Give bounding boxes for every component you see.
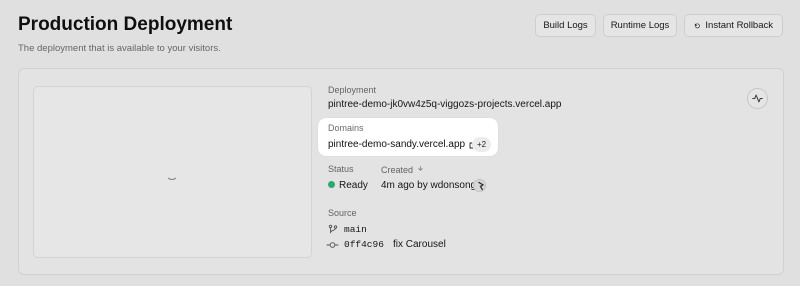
- source-label: Source: [328, 208, 357, 218]
- commit-hash[interactable]: 0ff4c96: [344, 239, 384, 250]
- runtime-logs-label: Runtime Logs: [610, 20, 670, 31]
- created-value: 4m ago by wdonsong: [381, 180, 477, 191]
- loading-spinner: [166, 168, 178, 180]
- git-commit-icon: [326, 242, 339, 248]
- info-icon: [418, 165, 423, 171]
- deployment-url-link[interactable]: pintree-demo-jk0vw4z5q-viggozs-projects.…: [328, 99, 561, 110]
- status-label: Status: [328, 164, 354, 174]
- activity-icon: [752, 94, 763, 103]
- domains-section: Domains pintree-demo-sandy.vercel.app +2: [318, 118, 498, 156]
- runtime-logs-button[interactable]: Runtime Logs: [603, 14, 677, 37]
- created-label: Created: [381, 165, 414, 175]
- instant-rollback-button[interactable]: Instant Rollback: [684, 14, 783, 37]
- user-avatar[interactable]: [473, 179, 486, 192]
- page-subtitle: The deployment that is available to your…: [18, 43, 221, 54]
- domain-link-text: pintree-demo-sandy.vercel.app: [328, 139, 466, 150]
- instant-rollback-label: Instant Rollback: [705, 20, 773, 31]
- build-logs-label: Build Logs: [543, 20, 588, 31]
- status-value: Ready: [339, 180, 368, 191]
- commit-message: fix Carousel: [393, 239, 446, 250]
- domain-link[interactable]: pintree-demo-sandy.vercel.app: [328, 139, 477, 150]
- page-title: Production Deployment: [18, 14, 233, 35]
- status-dot: [328, 181, 335, 188]
- activity-button[interactable]: [747, 88, 768, 109]
- git-branch-icon: [328, 224, 338, 234]
- more-domains-badge[interactable]: +2: [472, 137, 491, 152]
- build-logs-button[interactable]: Build Logs: [535, 14, 596, 37]
- source-branch[interactable]: main: [344, 224, 367, 235]
- domains-label: Domains: [328, 123, 364, 133]
- rollback-icon: [694, 22, 700, 28]
- deployment-label: Deployment: [328, 85, 377, 95]
